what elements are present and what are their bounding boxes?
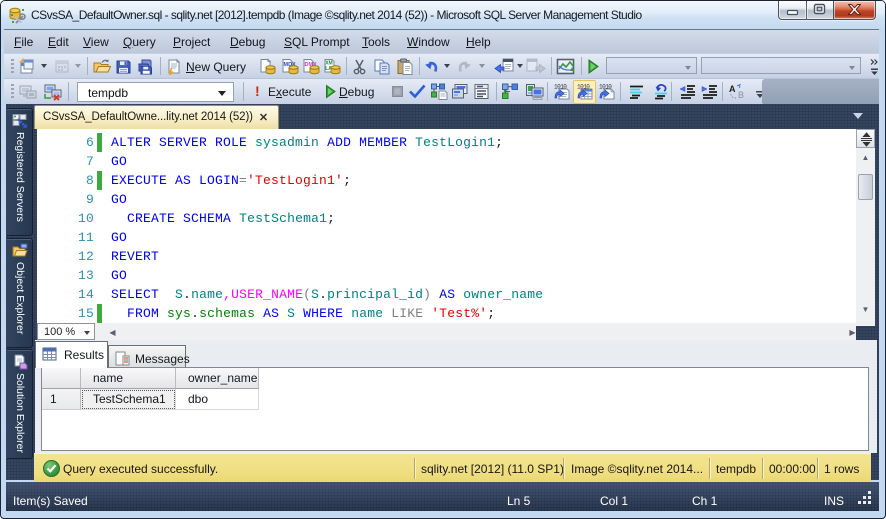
- svg-text:A: A: [729, 84, 736, 94]
- svg-text:B: B: [738, 90, 744, 100]
